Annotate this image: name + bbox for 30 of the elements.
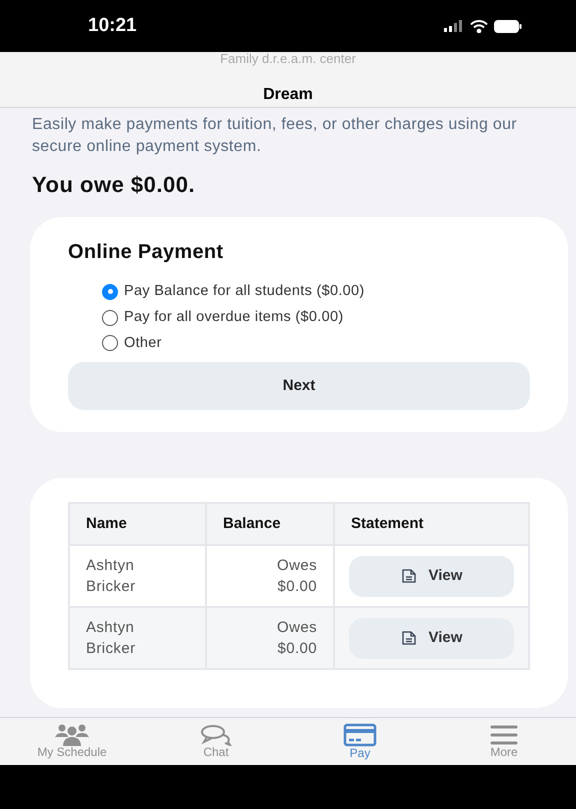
battery-icon [494, 20, 522, 32]
view-button[interactable]: View [349, 618, 514, 659]
column-header: Name [69, 503, 206, 546]
header-subtitle: Family d.r.e.a.m. center [220, 52, 356, 66]
people-icon [54, 724, 90, 746]
radio-option[interactable]: Pay for all overdue items ($0.00) [102, 306, 530, 328]
student-name: Ashtyn Bricker [86, 618, 136, 660]
student-name: Ashtyn Bricker [86, 556, 136, 598]
status-time: 10:21 [88, 14, 137, 38]
column-header: Statement [334, 503, 529, 546]
radio-button[interactable] [102, 335, 118, 352]
document-icon [400, 568, 417, 584]
radio-option[interactable]: Other [102, 332, 530, 354]
balance-amount: Owes $0.00 [276, 618, 317, 660]
view-button[interactable]: View [349, 556, 514, 597]
wifi-icon [470, 20, 488, 32]
intro-text: Easily make payments for tuition, fees, or other charges using our secure online payment system. [32, 115, 518, 157]
header-title: Dream [263, 85, 313, 105]
chat-icon [199, 724, 233, 746]
amount-owed: You owe $0.00. [32, 171, 196, 199]
document-icon [400, 630, 417, 646]
next-button[interactable]: Next [68, 362, 530, 410]
menu-icon [489, 724, 519, 746]
radio-button[interactable] [102, 310, 118, 326]
radio-option[interactable]: Pay Balance for all students ($0.00) [102, 281, 530, 303]
radio-button[interactable] [102, 284, 118, 300]
card-title: Online Payment [68, 240, 224, 265]
credit-card-icon [343, 723, 377, 747]
balance-amount: Owes $0.00 [276, 556, 317, 598]
signal-icon [444, 20, 464, 32]
